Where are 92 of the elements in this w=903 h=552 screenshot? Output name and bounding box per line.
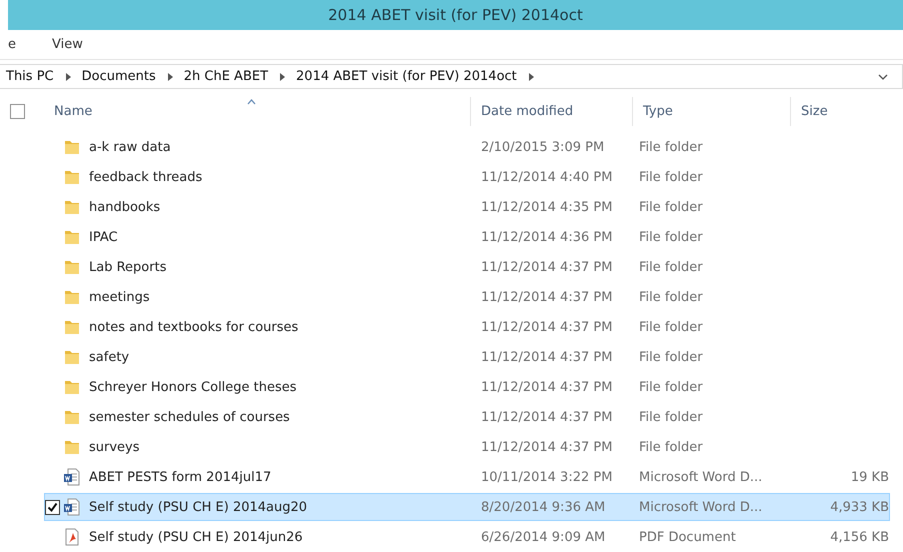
file-type: File folder	[639, 320, 704, 334]
date-modified: 11/12/2014 4:35 PM	[481, 200, 614, 214]
file-type: File folder	[639, 350, 704, 364]
file-row[interactable]: IPAC 11/12/2014 4:36 PM File folder	[44, 223, 890, 251]
folder-icon	[63, 228, 81, 246]
column-header[interactable]: Type	[632, 97, 790, 126]
date-modified: 11/12/2014 4:37 PM	[481, 380, 614, 394]
file-row[interactable]: ABET PESTS form 2014jul17 10/11/2014 3:22 PM Microsoft Word D... 19 KB	[44, 463, 890, 491]
folder-icon	[63, 258, 81, 276]
chevron-icon[interactable]	[64, 72, 72, 81]
file-name: Self study (PSU CH E) 2014jun26	[89, 530, 304, 544]
folder-icon	[63, 348, 81, 366]
file-size: 4,156 KB	[829, 530, 889, 544]
file-type: File folder	[639, 230, 704, 244]
file-type: File folder	[639, 440, 704, 454]
folder-icon	[63, 198, 81, 216]
file-row[interactable]: Self study (PSU CH E) 2014jun26 6/26/2014 9:09 AM PDF Document 4,156 KB	[44, 523, 890, 551]
file-type: File folder	[639, 170, 704, 184]
file-type: PDF Document	[639, 530, 737, 544]
breadcrumb-item[interactable]: This PC	[6, 69, 54, 84]
dropdown-icon[interactable]	[878, 72, 888, 81]
address-bar[interactable]: This PC Documents 2h ChE ABET 2014 ABET visit (for PEV) 2014oct	[0, 64, 903, 90]
date-modified: 11/12/2014 4:37 PM	[481, 320, 614, 334]
file-name: a-k raw data	[89, 140, 172, 154]
file-name: safety	[89, 350, 130, 364]
select-all-checkbox[interactable]	[10, 104, 25, 120]
date-modified: 10/11/2014 3:22 PM	[481, 470, 614, 484]
file-row[interactable]: Schreyer Honors College theses 11/12/2014 4:37 PM File folder	[44, 373, 890, 401]
folder-icon	[63, 408, 81, 426]
file-name: Lab Reports	[89, 260, 168, 274]
file-row[interactable]: a-k raw data 2/10/2015 3:09 PM File folder	[44, 133, 890, 161]
file-size: 4,933 KB	[829, 500, 889, 514]
file-type: File folder	[639, 200, 704, 214]
breadcrumb-item[interactable]: 2h ChE ABET	[184, 69, 268, 84]
column-header[interactable]: Size	[790, 97, 890, 126]
column-header[interactable]: Name	[44, 97, 470, 126]
date-modified: 11/12/2014 4:37 PM	[481, 410, 614, 424]
menu-tab[interactable]: View	[52, 37, 83, 52]
folder-icon	[63, 168, 81, 186]
folder-icon	[63, 438, 81, 456]
file-row[interactable]: semester schedules of courses 11/12/2014 4:37 PM File folder	[44, 403, 890, 431]
chevron-icon[interactable]	[278, 72, 286, 81]
folder-icon	[63, 138, 81, 156]
file-row[interactable]: surveys 11/12/2014 4:37 PM File folder	[44, 433, 890, 461]
file-name: Schreyer Honors College theses	[89, 380, 298, 394]
file-row[interactable]: notes and textbooks for courses 11/12/2014 4:37 PM File folder	[44, 313, 890, 341]
folder-icon	[63, 378, 81, 396]
pdf-document-icon	[63, 528, 81, 546]
file-name: meetings	[89, 290, 151, 304]
file-type: Microsoft Word D...	[639, 470, 764, 484]
folder-icon	[63, 288, 81, 306]
file-name: Self study (PSU CH E) 2014aug20	[89, 500, 308, 514]
file-name: IPAC	[89, 230, 119, 244]
breadcrumb-item[interactable]: 2014 ABET visit (for PEV) 2014oct	[296, 69, 517, 84]
date-modified: 8/20/2014 9:36 AM	[481, 500, 606, 514]
chevron-icon[interactable]	[166, 72, 174, 81]
file-row[interactable]: Lab Reports 11/12/2014 4:37 PM File folder	[44, 253, 890, 281]
file-row[interactable]: Self study (PSU CH E) 2014aug20 8/20/2014 9:36 AM Microsoft Word D... 4,933 KB	[44, 493, 890, 521]
file-type: File folder	[639, 140, 704, 154]
file-name: ABET PESTS form 2014jul17	[89, 470, 272, 484]
row-checkbox[interactable]	[45, 500, 60, 514]
file-name: feedback threads	[89, 170, 204, 184]
chevron-icon[interactable]	[526, 72, 535, 81]
file-size: 19 KB	[850, 470, 889, 484]
folder-icon	[63, 318, 81, 336]
file-name: handbooks	[89, 200, 162, 214]
date-modified: 2/10/2015 3:09 PM	[481, 140, 606, 154]
column-header[interactable]: Date modified	[470, 97, 632, 126]
date-modified: 6/26/2014 9:09 AM	[481, 530, 606, 544]
file-type: File folder	[639, 410, 704, 424]
menu-tab[interactable]: e	[8, 37, 16, 52]
file-row[interactable]: feedback threads 11/12/2014 4:40 PM File folder	[44, 163, 890, 191]
file-type: File folder	[639, 380, 704, 394]
file-type: File folder	[639, 290, 704, 304]
file-name: notes and textbooks for courses	[89, 320, 300, 334]
date-modified: 11/12/2014 4:37 PM	[481, 260, 614, 274]
date-modified: 11/12/2014 4:36 PM	[481, 230, 614, 244]
date-modified: 11/12/2014 4:37 PM	[481, 350, 614, 364]
date-modified: 11/12/2014 4:37 PM	[481, 290, 614, 304]
file-type: Microsoft Word D...	[639, 500, 764, 514]
date-modified: 11/12/2014 4:37 PM	[481, 440, 614, 454]
word-document-icon	[63, 468, 81, 486]
window-title: 2014 ABET visit (for PEV) 2014oct	[8, 0, 903, 30]
file-row[interactable]: safety 11/12/2014 4:37 PM File folder	[44, 343, 890, 371]
file-row[interactable]: handbooks 11/12/2014 4:35 PM File folder	[44, 193, 890, 221]
date-modified: 11/12/2014 4:40 PM	[481, 170, 614, 184]
breadcrumb-item[interactable]: Documents	[82, 69, 156, 84]
word-document-icon	[63, 498, 81, 516]
file-name: surveys	[89, 440, 141, 454]
file-type: File folder	[639, 260, 704, 274]
file-row[interactable]: meetings 11/12/2014 4:37 PM File folder	[44, 283, 890, 311]
file-name: semester schedules of courses	[89, 410, 291, 424]
